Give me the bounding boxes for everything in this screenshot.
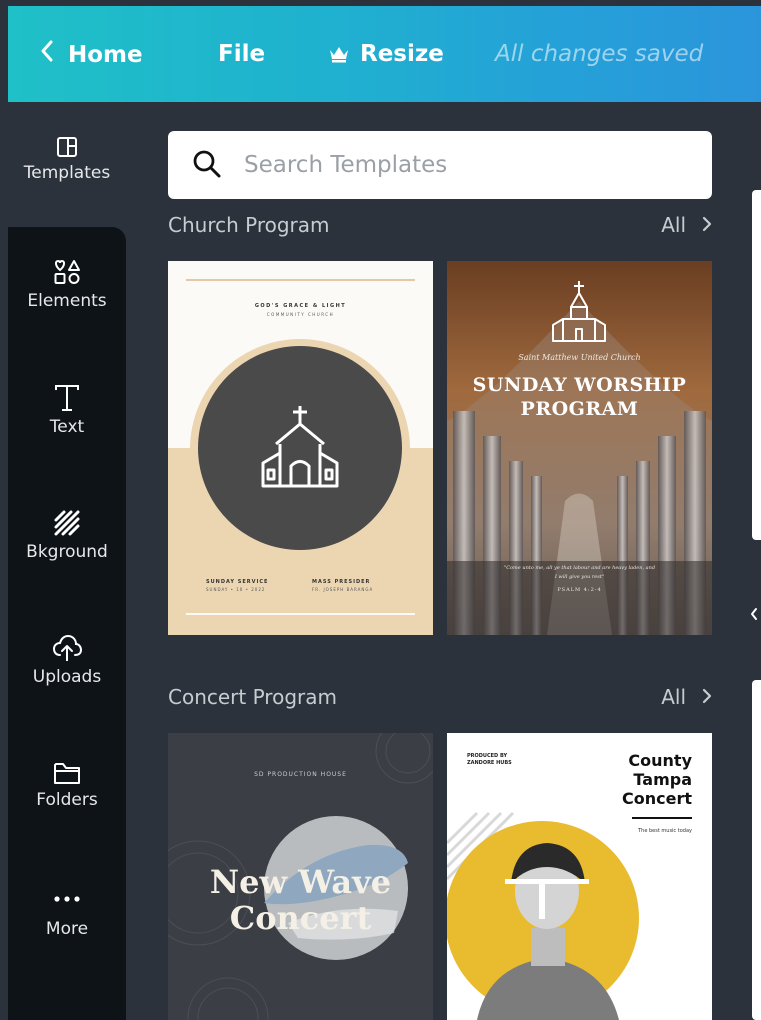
search-input[interactable] [244, 131, 694, 199]
background-icon [54, 510, 80, 536]
tagline: The best music today [638, 828, 692, 834]
title-underline [632, 817, 692, 819]
search-box[interactable] [168, 131, 712, 199]
service-title: SUNDAY SERVICE [206, 579, 269, 585]
section-title-church-program: Church Program [168, 213, 330, 237]
service-subtitle: SUNDAY • 10 • 2022 [206, 587, 266, 592]
county-title-line1: County [628, 751, 692, 770]
new-wave-title-line1: New Wave [209, 863, 392, 901]
upload-icon [52, 634, 83, 661]
county-title-line3: Concert [622, 789, 692, 808]
crown-icon [330, 47, 348, 63]
sidebar-item-more[interactable]: More [8, 893, 126, 939]
sidebar-corner [8, 227, 126, 241]
elements-icon [54, 259, 80, 284]
save-status: All changes saved [495, 41, 704, 67]
templates-panel: Church Program All GOD'S GRACE & [126, 105, 750, 1020]
sidebar-label-templates: Templates [23, 163, 111, 183]
top-bar-gradient: Home File Resize All changes saved [8, 6, 761, 102]
produced-by-line1: PRODUCED BY [467, 753, 508, 759]
see-all-label: All [661, 213, 686, 237]
sidebar-item-elements[interactable]: Elements [8, 257, 126, 311]
new-wave-title-line2: Concert [229, 899, 372, 937]
file-menu-button[interactable]: File [218, 40, 265, 68]
home-label: Home [68, 42, 143, 68]
template-card-church-1[interactable]: GOD'S GRACE & LIGHT COMMUNITY CHURCH SUN… [168, 261, 433, 635]
template-card-church-2[interactable]: Saint Matthew United Church SUNDAY WORSH… [447, 261, 712, 635]
see-all-concert-program[interactable]: All [661, 685, 712, 709]
see-all-church-program[interactable]: All [661, 213, 712, 237]
more-icon [54, 896, 80, 902]
sidebar-label-more: More [45, 919, 89, 939]
templates-icon [57, 137, 77, 157]
quote-line1: "Come unto me, all ye that labour and ar… [503, 565, 656, 571]
quote-line2: I will give you rest" [554, 574, 605, 580]
collapse-panel-handle[interactable] [746, 598, 761, 628]
sidebar-item-uploads[interactable]: Uploads [8, 633, 126, 687]
sidebar-label-folders: Folders [36, 790, 98, 810]
sidebar-item-folders[interactable]: Folders [8, 760, 126, 810]
top-bar: Home File Resize All changes saved [0, 0, 761, 105]
sidebar-label-uploads: Uploads [32, 667, 102, 687]
sidebar-item-templates[interactable]: Templates [8, 135, 126, 183]
resize-label: Resize [360, 41, 444, 67]
sidebar-item-background[interactable]: Bkground [8, 508, 126, 562]
sidebar-label-text: Text [49, 417, 85, 437]
church-name-line: GOD'S GRACE & LIGHT [254, 303, 347, 309]
church-subname-line: COMMUNITY CHURCH [266, 312, 335, 317]
home-button[interactable]: Home [40, 40, 143, 69]
presider-title: MASS PRESIDER [312, 579, 371, 585]
sidebar-item-text[interactable]: Text [8, 383, 126, 437]
presider-subtitle: FR. JOSEPH BARANGA [312, 587, 374, 592]
section-title-concert-program: Concert Program [168, 685, 337, 709]
production-house-text: SD PRODUCTION HOUSE [254, 771, 347, 778]
file-label: File [218, 41, 266, 67]
chevron-left-icon [41, 40, 53, 62]
see-all-label: All [661, 685, 686, 709]
sidebar-label-background: Bkground [26, 542, 108, 562]
county-title-line2: Tampa [633, 770, 692, 789]
folder-icon [54, 763, 80, 784]
church-subtitle: Saint Matthew United Church [518, 353, 641, 362]
canvas-page-peek-2 [752, 680, 761, 1020]
scripture-reference: PSALM 4:2-4 [557, 587, 602, 593]
resize-button[interactable]: Resize [328, 40, 444, 68]
chevron-left-icon [750, 607, 757, 620]
left-sidebar: Templates Elements Text Bkground Uploads… [8, 105, 126, 1020]
text-icon [55, 385, 79, 411]
chevron-right-icon [702, 216, 712, 232]
template-card-concert-1[interactable]: SD PRODUCTION HOUSE New Wave Concert [168, 733, 433, 1020]
canvas-page-peek-1 [752, 190, 761, 540]
worship-title-line2: PROGRAM [520, 398, 639, 420]
worship-title-line1: SUNDAY WORSHIP [472, 374, 687, 396]
sidebar-label-elements: Elements [27, 291, 107, 311]
search-icon [193, 150, 221, 178]
chevron-right-icon [702, 688, 712, 704]
template-card-concert-2[interactable]: PRODUCED BY ZANDORE HUBS County Tampa Co… [447, 733, 712, 1020]
produced-by-line2: ZANDORE HUBS [467, 760, 512, 766]
